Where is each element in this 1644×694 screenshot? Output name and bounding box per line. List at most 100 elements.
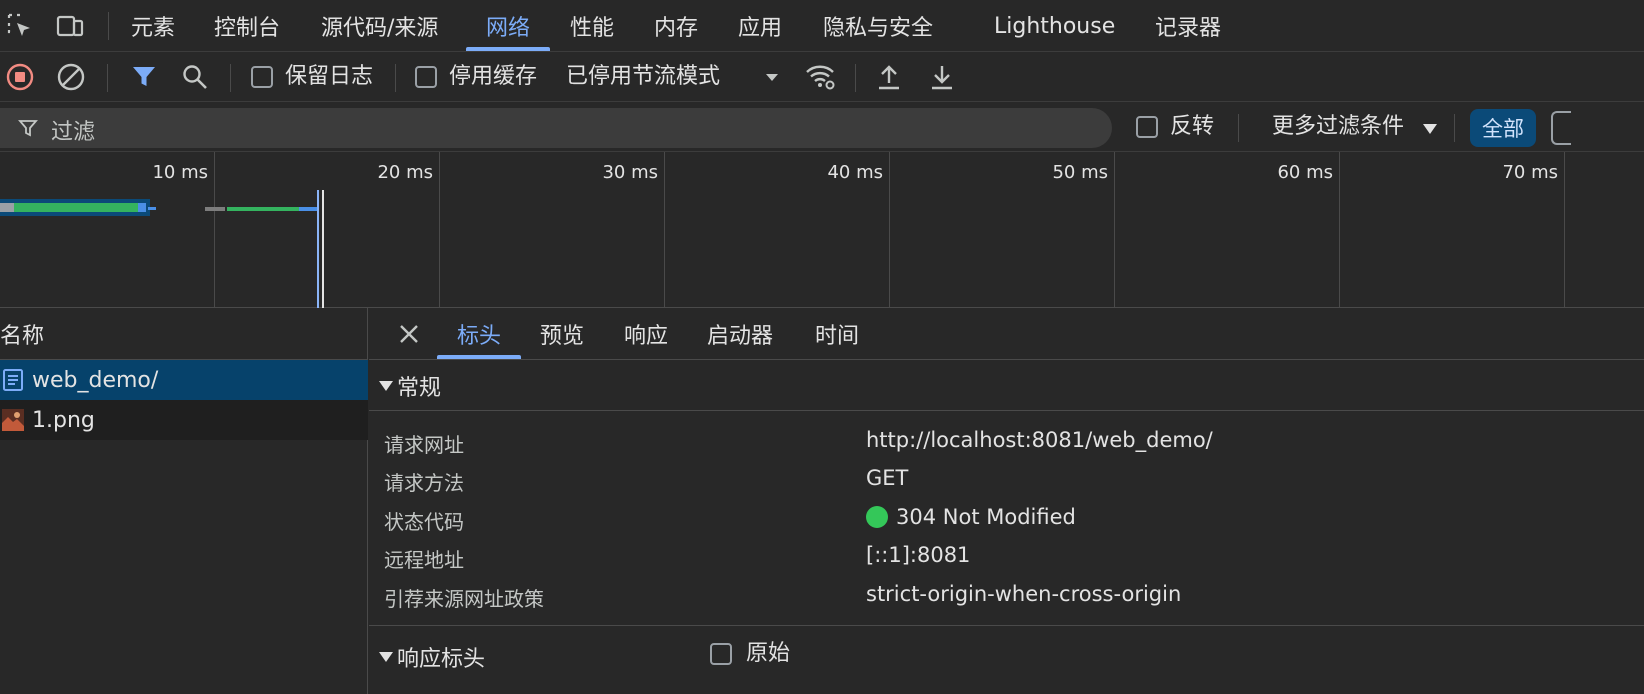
detail-tab-bar: 标头 预览 响应 启动器 时间 <box>369 308 1644 360</box>
general-section-header[interactable]: 常规 <box>369 361 1644 411</box>
search-icon[interactable] <box>177 59 213 95</box>
tick-label: 60 ms <box>1277 162 1333 183</box>
request-list: 名称 web_demo/ 1.png <box>0 308 368 694</box>
status-code-key: 状态代码 <box>384 510 464 534</box>
close-icon[interactable] <box>395 320 423 348</box>
status-ok-icon <box>866 506 888 528</box>
status-code-value: 304 Not Modified <box>866 505 1076 529</box>
network-conditions-icon[interactable] <box>802 59 838 95</box>
divider <box>1454 114 1455 142</box>
filter-input[interactable]: 过滤 <box>0 108 1112 148</box>
status-code-text: 304 Not Modified <box>896 505 1076 529</box>
tab-sources[interactable]: 源代码/来源 <box>321 0 438 52</box>
waterfall-bar-download <box>138 203 146 212</box>
tab-application[interactable]: 应用 <box>738 0 782 52</box>
disable-cache-checkbox[interactable] <box>415 66 437 88</box>
request-name: 1.png <box>32 407 95 433</box>
waterfall-bar-queue <box>205 207 225 211</box>
grid-line <box>1114 152 1115 308</box>
filter-all-button[interactable]: 全部 <box>1470 109 1536 147</box>
filter-bar: 过滤 反转 更多过滤条件 全部 <box>0 102 1644 152</box>
request-row-web-demo[interactable]: web_demo/ <box>0 360 368 400</box>
tab-initiator[interactable]: 启动器 <box>707 308 773 360</box>
tick-label: 70 ms <box>1502 162 1558 183</box>
tab-network[interactable]: 网络 <box>486 0 530 52</box>
tab-recorder[interactable]: 记录器 <box>1155 0 1221 52</box>
invert-checkbox[interactable] <box>1136 116 1158 138</box>
name-column-header[interactable]: 名称 <box>0 308 368 360</box>
tab-privacy-security[interactable]: 隐私与安全 <box>823 0 933 52</box>
preserve-log-label: 保留日志 <box>285 64 374 89</box>
referrer-policy-value: strict-origin-when-cross-origin <box>866 582 1182 606</box>
document-icon <box>3 369 23 391</box>
triangle-down-icon <box>379 652 393 662</box>
tab-lighthouse[interactable]: Lighthouse <box>994 0 1115 52</box>
waterfall-bar-tail <box>148 207 156 210</box>
device-toolbar-icon[interactable] <box>52 8 88 44</box>
tab-response[interactable]: 响应 <box>624 308 668 360</box>
name-column-label: 名称 <box>0 323 45 349</box>
response-headers-section-header[interactable]: 响应标头 <box>369 632 1644 682</box>
tab-preview[interactable]: 预览 <box>540 308 584 360</box>
waterfall-bar-waiting <box>227 207 299 211</box>
request-row-1-png[interactable]: 1.png <box>0 400 368 440</box>
active-tab-indicator <box>466 47 550 51</box>
stop-recording-icon[interactable] <box>2 59 38 95</box>
throttling-select[interactable]: 已停用节流模式 <box>566 62 720 92</box>
devtools-tab-bar: 元素 控制台 源代码/来源 网络 性能 内存 应用 隐私与安全 Lighthou… <box>0 0 1644 52</box>
tick-label: 10 ms <box>152 162 208 183</box>
waterfall-bar-download <box>299 207 317 211</box>
divider <box>1238 114 1239 142</box>
tab-memory[interactable]: 内存 <box>654 0 698 52</box>
disable-cache-label: 停用缓存 <box>449 64 538 89</box>
section-title: 响应标头 <box>397 647 486 672</box>
overflow-button-edge[interactable] <box>1551 111 1571 145</box>
divider <box>395 64 396 92</box>
divider <box>230 64 231 92</box>
divider <box>369 625 1644 626</box>
tab-performance[interactable]: 性能 <box>570 0 614 52</box>
tab-elements[interactable]: 元素 <box>131 0 175 52</box>
import-har-icon[interactable] <box>871 59 907 95</box>
tick-label: 20 ms <box>377 162 433 183</box>
remote-address-key: 远程地址 <box>384 548 464 572</box>
caret-down-icon <box>1423 124 1437 134</box>
divider <box>107 64 108 92</box>
tick-label: 30 ms <box>602 162 658 183</box>
grid-line <box>664 152 665 308</box>
waterfall-bar-waiting <box>14 203 138 212</box>
tab-timing[interactable]: 时间 <box>815 308 859 360</box>
tab-headers[interactable]: 标头 <box>457 308 501 360</box>
more-filters-dropdown[interactable]: 更多过滤条件 <box>1272 112 1404 142</box>
dom-content-loaded-marker <box>317 190 319 308</box>
grid-line <box>1339 152 1340 308</box>
grid-line <box>1564 152 1565 308</box>
tab-console[interactable]: 控制台 <box>214 0 280 52</box>
request-url-key: 请求网址 <box>384 433 464 457</box>
request-url-value: http://localhost:8081/web_demo/ <box>866 428 1213 452</box>
waterfall-bar-queue <box>0 203 14 212</box>
grid-line <box>439 152 440 308</box>
triangle-down-icon <box>379 380 393 391</box>
image-thumbnail <box>2 409 24 431</box>
request-name: web_demo/ <box>32 367 159 393</box>
raw-headers-checkbox[interactable] <box>710 643 732 665</box>
divider <box>855 64 856 92</box>
raw-headers-label: 原始 <box>746 641 791 666</box>
preserve-log-checkbox[interactable] <box>251 66 273 88</box>
network-toolbar: 保留日志 停用缓存 已停用节流模式 <box>0 52 1644 102</box>
timeline-overview[interactable]: 10 ms 20 ms 30 ms 40 ms 50 ms 60 ms 70 m… <box>0 152 1644 308</box>
request-details: 标头 预览 响应 启动器 时间 常规 请求网址 http://localhost… <box>369 308 1644 694</box>
remote-address-value: [::1]:8081 <box>866 543 971 567</box>
grid-line <box>214 152 215 308</box>
filter-icon[interactable] <box>126 59 162 95</box>
section-title: 常规 <box>397 375 442 401</box>
tick-label: 50 ms <box>1052 162 1108 183</box>
export-har-icon[interactable] <box>924 59 960 95</box>
inspect-element-icon[interactable] <box>2 8 38 44</box>
caret-down-icon[interactable] <box>754 59 790 95</box>
clear-icon[interactable] <box>53 59 89 95</box>
request-method-value: GET <box>866 466 909 490</box>
filter-icon <box>18 120 38 137</box>
referrer-policy-key: 引荐来源网址政策 <box>384 587 544 611</box>
